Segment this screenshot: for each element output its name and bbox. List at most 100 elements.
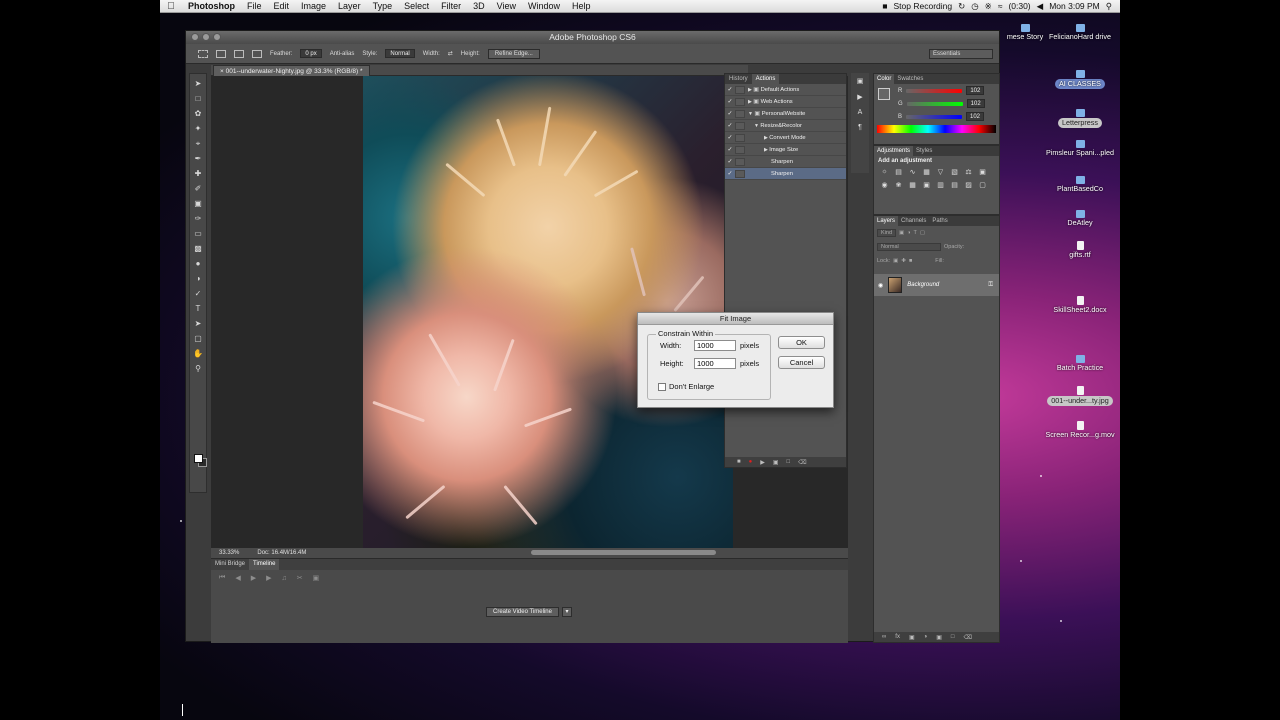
dialog-toggle[interactable] [735,145,745,154]
path-select-tool-icon[interactable]: ➤ [192,319,204,329]
spotlight-icon[interactable]: ⚲ [1106,1,1112,12]
b-value[interactable]: 102 [966,112,985,121]
curves-icon[interactable]: ∿ [908,168,917,176]
gradient-tool-icon[interactable]: ▩ [192,244,204,254]
stamp-tool-icon[interactable]: ▣ [192,199,204,209]
lock-all-icon[interactable]: ■ [909,258,912,264]
zoom-tool-icon[interactable]: ⚲ [192,364,204,374]
delete-action-icon[interactable]: ⌫ [798,459,806,466]
action-check-icon[interactable]: ✓ [725,146,735,153]
threshold-icon[interactable]: ▤ [950,181,959,189]
quick-select-tool-icon[interactable]: ✦ [192,124,204,134]
delete-layer-icon[interactable]: ⌫ [964,634,972,641]
lock-position-icon[interactable]: ✚ [901,258,906,264]
play-icon[interactable]: ▶ [251,574,256,582]
desktop-item[interactable]: 001--under...ty.jpg [1045,386,1115,406]
filter-pixel-icon[interactable]: ▣ [899,230,904,236]
desktop-item[interactable]: Screen Recor...g.mov [1045,421,1115,439]
eyedropper-tool-icon[interactable]: ✒ [192,154,204,164]
hand-tool-icon[interactable]: ✋ [192,349,204,359]
width-input[interactable] [694,340,736,351]
clock-label[interactable]: Mon 3:09 PM [1049,1,1100,11]
stop-recording-icon[interactable]: ■ [882,1,887,11]
tab-paths[interactable]: Paths [929,216,950,226]
tab-timeline[interactable]: Timeline [249,559,280,570]
foreground-color-swatch[interactable] [194,454,203,463]
filter-adjust-icon[interactable]: ◑ [907,230,910,236]
action-row[interactable]: ✓ ▶ Image Size [725,144,846,156]
transition-icon[interactable]: ▣ [313,574,320,582]
action-row[interactable]: ✓ ▶ ▣ Default Actions [725,84,846,96]
new-set-icon[interactable]: ▣ [773,459,779,466]
expand-icon[interactable]: ▶ [748,135,769,141]
create-video-timeline-button[interactable]: Create Video Timeline [486,607,559,617]
new-fill-layer-icon[interactable]: ◑ [924,634,928,640]
g-value[interactable]: 102 [966,99,985,108]
action-check-icon[interactable]: ✓ [725,122,735,129]
refine-edge-button[interactable]: Refine Edge... [487,48,540,59]
dialog-toggle[interactable] [735,133,745,142]
lock-pixels-icon[interactable]: ▣ [893,258,898,264]
doc-size[interactable]: Doc: 16.4M/16.4M [257,550,306,556]
action-check-icon[interactable]: ✓ [725,86,735,93]
dodge-tool-icon[interactable]: ◑ [192,274,204,284]
zoom-window-button[interactable] [213,33,221,41]
audio-icon[interactable]: ♫ [281,575,286,582]
desktop-item[interactable]: Batch Practice [1045,355,1115,372]
character-panel-icon[interactable]: A [858,109,863,116]
clock-icon[interactable]: ◷ [971,1,978,12]
volume-icon[interactable]: ◀ [1037,1,1044,12]
tab-history[interactable]: History [725,74,752,84]
menu-window[interactable]: Window [522,1,566,11]
horizontal-scrollbar[interactable] [531,550,716,555]
dialog-toggle[interactable] [735,109,745,118]
height-input[interactable] [694,358,736,369]
desktop-item[interactable]: AI CLASSES [1045,70,1115,89]
record-icon[interactable]: ● [749,459,753,465]
battery-label[interactable]: (0:30) [1008,1,1030,11]
menu-layer[interactable]: Layer [332,1,367,11]
history-panel-icon[interactable]: ▣ [857,77,864,85]
exposure-icon[interactable]: ▦ [922,168,931,176]
action-row[interactable]: ✓ ▶ ▣ Web Actions [725,96,846,108]
action-check-icon[interactable]: ✓ [725,158,735,165]
color-panel-swatch[interactable] [878,88,890,100]
style-select[interactable]: Normal [385,49,415,58]
split-icon[interactable]: ✂ [297,574,303,582]
invert-icon[interactable]: ▣ [922,181,931,189]
zoom-level[interactable]: 33.33% [219,550,239,556]
menu-app-name[interactable]: Photoshop [182,1,241,11]
bluetooth-icon[interactable]: ※ [985,1,992,12]
layer-row-background[interactable]: ◉ Background ⚿ [874,274,999,296]
crop-tool-icon[interactable]: ⌖ [192,139,204,149]
blend-mode-select[interactable]: Normal [877,243,941,251]
actions-panel-icon[interactable]: ▶ [857,93,862,101]
tab-color[interactable]: Color [874,74,895,84]
brightness-icon[interactable]: ☼ [880,168,889,176]
action-check-icon[interactable]: ✓ [725,98,735,105]
type-tool-icon[interactable]: T [192,304,204,314]
desktop-item[interactable]: PlantBasedCo [1045,176,1115,193]
history-brush-tool-icon[interactable]: ✑ [192,214,204,224]
marquee-tool-icon[interactable]: □ [192,94,204,104]
eraser-tool-icon[interactable]: ▭ [192,229,204,239]
timeline-dropdown-icon[interactable]: ▾ [562,607,572,617]
shape-tool-icon[interactable]: ▢ [192,334,204,344]
menu-image[interactable]: Image [295,1,332,11]
desktop-item[interactable]: Letterpress [1045,109,1115,128]
new-group-icon[interactable]: ▣ [936,634,942,641]
stop-recording-label[interactable]: Stop Recording [894,1,953,11]
wifi-icon[interactable]: ≈ [998,1,1003,11]
g-slider[interactable] [906,101,963,106]
new-action-icon[interactable]: □ [787,459,791,465]
feather-input[interactable]: 0 px [300,49,322,58]
workspace-select[interactable]: Essentials [929,49,993,59]
tab-styles[interactable]: Styles [913,146,935,156]
minimize-window-button[interactable] [202,33,210,41]
dialog-title[interactable]: Fit Image [638,313,833,325]
stop-action-icon[interactable]: ■ [737,459,741,465]
menu-help[interactable]: Help [566,1,597,11]
document-tab[interactable]: × 001--underwater-Nighty.jpg @ 33.3% (RG… [213,65,370,76]
next-frame-icon[interactable]: ▶ [266,574,271,582]
menu-file[interactable]: File [241,1,268,11]
